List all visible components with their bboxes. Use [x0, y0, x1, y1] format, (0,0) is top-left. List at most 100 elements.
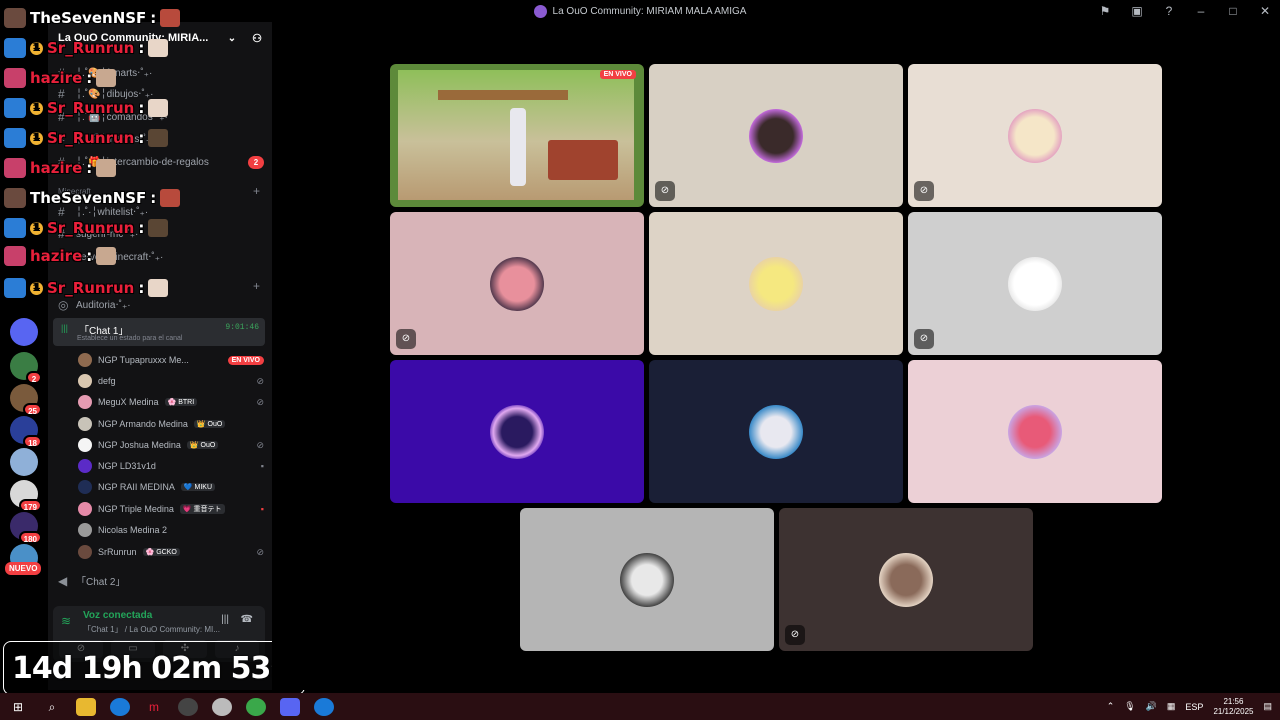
popout-icon[interactable]: ▣ — [1128, 4, 1146, 18]
volume-icon[interactable]: 🔊 — [1146, 701, 1157, 712]
server-icon[interactable] — [10, 448, 38, 476]
maximize-button[interactable]: □ — [1224, 4, 1242, 18]
server-header[interactable]: La OuO Community: MIRIA... ⌄ ⚇ — [48, 22, 272, 54]
channel-status[interactable]: Establece un estado para el canal — [77, 335, 182, 342]
voice-channel-chat2[interactable]: ◀ 「Chat 2」 — [58, 573, 125, 589]
channel-item[interactable]: # sugerir-mc‧˚₊· — [58, 227, 138, 241]
search-icon[interactable]: ⌕ — [42, 698, 62, 716]
voice-member[interactable]: Nicolas Medina 2 — [78, 522, 264, 538]
channel-item[interactable]: # server-minecraft‧˚₊· — [58, 250, 163, 264]
channel-item[interactable]: # ╎.˚🤖╎comandos‧˚₊· — [58, 110, 168, 124]
mention-badge: 2 — [248, 155, 264, 169]
unread-badge: 18 — [23, 435, 42, 448]
voice-member[interactable]: SrRunrun 🌸 GCKO ⊘ — [78, 544, 264, 560]
hash-icon: # — [58, 66, 65, 80]
voice-connected-subtitle[interactable]: 「Chat 1」 / La OuO Community: MI... — [83, 624, 220, 635]
member-name: defg — [98, 376, 116, 386]
avatar — [490, 256, 544, 311]
activity-icon: ▪ — [260, 504, 264, 514]
live-badge: EN VIVO — [227, 355, 264, 365]
channel-name: ╎.˚·╎whitelist‧˚₊· — [76, 206, 149, 218]
app-icon[interactable] — [212, 697, 232, 716]
add-member-icon[interactable]: ⚇ — [252, 32, 262, 45]
network-icon[interactable]: ▦ — [1167, 701, 1176, 712]
server-name: La OuO Community: MIRIA... — [58, 32, 209, 44]
participant-tile[interactable]: ⊘ — [779, 508, 1033, 651]
participant-tile[interactable]: ⊘ — [908, 212, 1162, 355]
unread-badge: 2 — [26, 371, 42, 384]
server-icon[interactable] — [10, 318, 38, 346]
voice-member[interactable]: NGP LD31v1d ▪ — [78, 458, 264, 474]
minimize-button[interactable]: – — [1192, 4, 1210, 18]
app-icon[interactable] — [314, 697, 334, 716]
obs-icon[interactable] — [178, 697, 198, 716]
server-icon[interactable]: 18 — [10, 416, 42, 448]
window-title: La OuO Community: MIRIAM MALA AMIGA — [552, 5, 747, 17]
inbox-icon[interactable]: ⚑ — [1096, 4, 1114, 18]
mic-muted-icon: ⊘ — [256, 375, 264, 386]
server-icon[interactable]: 179 — [10, 480, 42, 512]
disconnect-icon[interactable]: ☎ — [241, 614, 253, 625]
participant-tile[interactable]: ⊘ — [390, 212, 644, 355]
participant-tile[interactable] — [390, 360, 644, 503]
app-icon[interactable] — [246, 697, 266, 716]
notification-icon[interactable]: ▤ — [1263, 701, 1272, 712]
server-icon[interactable]: 180 — [10, 512, 42, 544]
category-header[interactable]: Minecraft — [58, 187, 91, 196]
file-explorer-icon[interactable] — [76, 697, 96, 716]
member-name: NGP LD31v1d — [98, 461, 156, 471]
close-button[interactable]: ✕ — [1256, 4, 1274, 18]
live-badge: EN VIVO — [599, 70, 636, 79]
help-icon[interactable]: ? — [1160, 4, 1178, 18]
add-channel-icon[interactable]: + — [253, 184, 260, 198]
chevron-up-icon[interactable]: ⌃ — [1107, 701, 1115, 712]
start-icon[interactable]: ⊞ — [8, 698, 28, 716]
avatar — [1008, 108, 1062, 163]
mic-muted-icon: ⊘ — [655, 181, 675, 201]
participant-tile[interactable] — [520, 508, 774, 651]
server-icon[interactable]: 25 — [10, 384, 42, 416]
voice-member[interactable]: NGP Joshua Medina 👑 OuO ⊘ — [78, 437, 264, 453]
avatar — [78, 523, 92, 537]
channel-name: ╎.˚🔗╎memes‧˚₊· — [76, 133, 155, 145]
channel-item[interactable]: # ╎.˚·╎whitelist‧˚₊· — [58, 205, 148, 219]
language-indicator[interactable]: ESP — [1185, 702, 1203, 712]
participant-tile[interactable]: ⊘ — [649, 64, 903, 207]
voice-member[interactable]: NGP Triple Medina 💗 重音テト ▪ — [78, 501, 264, 517]
voice-channel-chat1[interactable]: ||| 「Chat 1」 9:01:46 Establece un estado… — [53, 318, 265, 346]
voice-member[interactable]: NGP Armando Medina 👑 OuO — [78, 416, 264, 432]
channel-item[interactable]: ◎ Auditoria‧˚₊· — [58, 298, 131, 312]
participant-tile[interactable] — [649, 212, 903, 355]
member-name: MeguX Medina — [98, 397, 159, 407]
add-channel-icon[interactable]: + — [253, 279, 260, 293]
stream-tile[interactable]: EN VIVO — [390, 64, 644, 207]
channel-item[interactable]: # ╎.˚🎨╎dibujos‧˚₊· — [58, 87, 153, 101]
server-icon[interactable]: 2 — [10, 352, 42, 384]
system-tray: ⌃ 🎙 🔊 ▦ ESP 21:56 21/12/2025 ▤ — [1107, 693, 1272, 720]
member-name: Nicolas Medina 2 — [98, 525, 168, 535]
signal-icon[interactable]: ≋ — [61, 614, 71, 628]
channel-item[interactable]: # ╎.˚🎨╎fanarts‧˚₊· — [58, 66, 152, 80]
voice-member[interactable]: defg ⊘ — [78, 373, 264, 389]
edge-icon[interactable] — [110, 697, 130, 716]
channel-name: ╎.˚🎨╎dibujos‧˚₊· — [76, 88, 154, 100]
channel-name: ╎.˚🤖╎comandos‧˚₊· — [76, 111, 168, 123]
noise-suppression-icon[interactable]: ||| — [221, 614, 229, 625]
voice-member[interactable]: MeguX Medina 🌸 BTRI ⊘ — [78, 394, 264, 410]
microphone-icon[interactable]: 🎙 — [1124, 701, 1135, 712]
member-tag: 🌸 BTRI — [164, 398, 198, 406]
avatar — [749, 256, 803, 311]
clock[interactable]: 21:56 21/12/2025 — [1213, 697, 1253, 717]
app-icon[interactable]: m — [144, 698, 164, 716]
voice-member[interactable]: NGP Tupapruxxx Me... EN VIVO — [78, 352, 264, 368]
voice-member[interactable]: NGP RAII MEDINA 💙 MIKU — [78, 479, 264, 495]
chevron-down-icon[interactable]: ⌄ — [228, 33, 236, 44]
participant-tile[interactable]: ⊘ — [908, 64, 1162, 207]
character-figure — [510, 108, 526, 186]
channel-item[interactable]: # ╎.˚🔗╎memes‧˚₊· — [58, 132, 155, 146]
channel-item[interactable]: # ╎.˚🎁╎intercambio-de-regalos 2 — [58, 155, 264, 169]
participant-tile[interactable] — [908, 360, 1162, 503]
participant-tile[interactable] — [649, 360, 903, 503]
discord-icon[interactable] — [280, 697, 300, 716]
hash-icon: # — [58, 110, 65, 124]
